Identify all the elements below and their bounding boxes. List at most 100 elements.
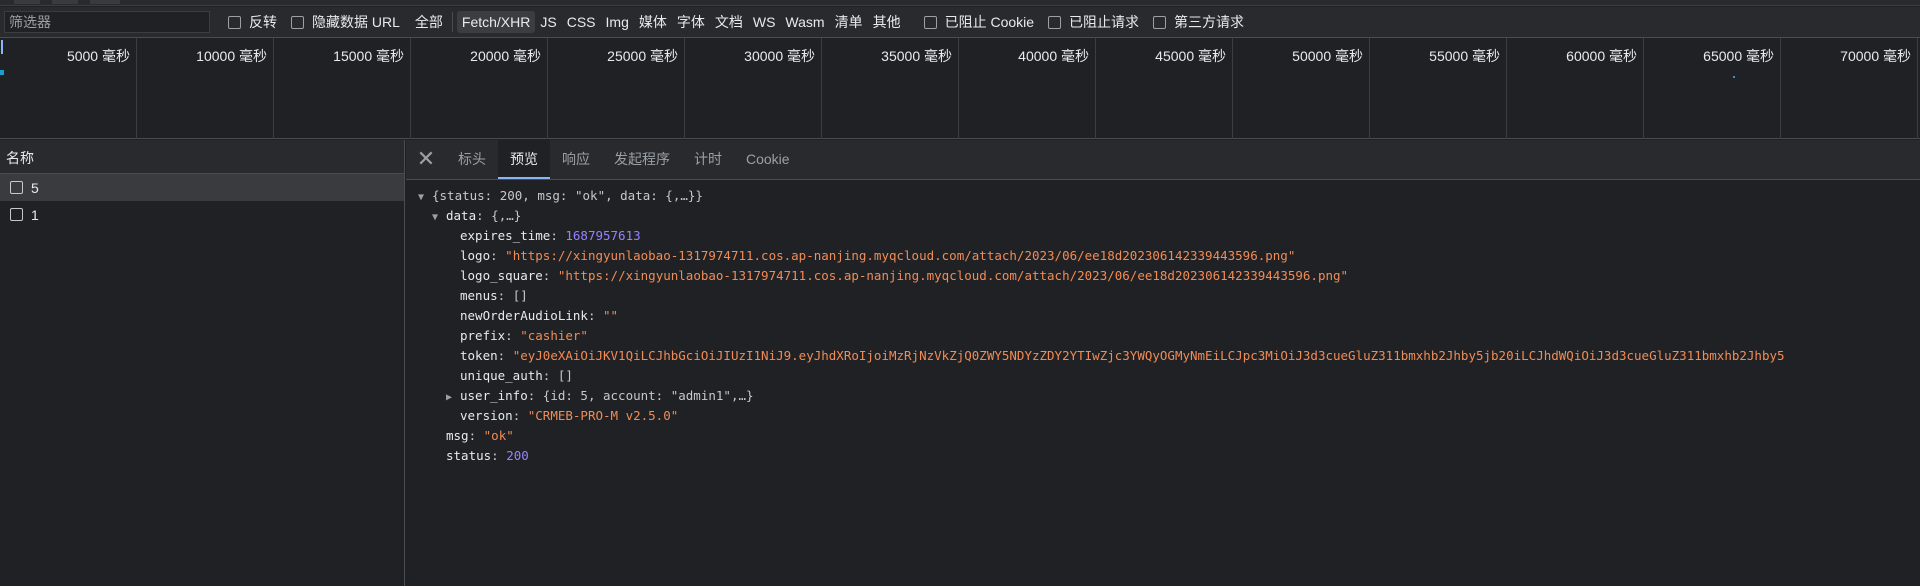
blocked-requests-label: 已阻止请求 <box>1069 14 1140 30</box>
json-prop-user-info[interactable]: ▶ user_info: {id: 5, account: "admin1",…} <box>418 386 1920 406</box>
json-key: newOrderAudioLink <box>460 308 588 323</box>
type-all-button[interactable]: 全部 <box>410 9 448 35</box>
type-manifest-button[interactable]: 清单 <box>830 9 868 35</box>
triangle-right-icon[interactable]: ▶ <box>446 388 460 408</box>
json-string-value: "" <box>603 308 619 323</box>
timeline-tick: 30000 毫秒 <box>685 38 822 139</box>
json-array-value: [] <box>557 368 573 383</box>
json-number-value: 200 <box>506 448 529 463</box>
json-prop-version[interactable]: version: "CRMEB-PRO-M v2.5.0" <box>418 406 1920 426</box>
type-ws-button[interactable]: WS <box>748 11 781 33</box>
tick-label: 5000 毫秒 <box>66 48 130 64</box>
hide-data-url-checkbox[interactable]: 隐藏数据 URL <box>291 12 400 32</box>
timeline-tick: 15000 毫秒 <box>274 38 411 139</box>
request-icon <box>10 181 23 194</box>
filter-input[interactable] <box>4 11 210 33</box>
name-column-header[interactable]: 名称 <box>0 140 404 174</box>
invert-checkbox[interactable]: 反转 <box>228 12 277 32</box>
json-colon: : <box>497 288 513 303</box>
json-prop-logo-square[interactable]: logo_square: "https://xingyunlaobao-1317… <box>418 266 1920 286</box>
type-css-button[interactable]: CSS <box>562 11 601 33</box>
request-bar <box>0 70 4 75</box>
request-list: 名称 5 1 <box>0 140 405 586</box>
json-object-summary: {id: 5, account: "admin1",…} <box>542 388 754 403</box>
triangle-down-icon[interactable]: ▼ <box>432 208 446 228</box>
timeline-tick: 65000 毫秒 <box>1644 38 1781 139</box>
third-party-label: 第三方请求 <box>1174 14 1245 30</box>
checkbox-box[interactable] <box>923 15 937 29</box>
type-font-button[interactable]: 字体 <box>672 9 710 35</box>
tick-label: 65000 毫秒 <box>1703 48 1774 64</box>
json-prop-logo[interactable]: logo: "https://xingyunlaobao-1317974711.… <box>418 246 1920 266</box>
tick-label: 10000 毫秒 <box>196 48 267 64</box>
json-prop-status[interactable]: status: 200 <box>418 446 1920 466</box>
json-key: user_info <box>460 388 528 403</box>
json-key: msg <box>446 428 469 443</box>
json-prop-new-order-audio-link[interactable]: newOrderAudioLink: "" <box>418 306 1920 326</box>
json-string-value: "eyJ0eXAiOiJKV1QiLCJhbGciOiJIUzI1NiJ9.ey… <box>512 348 1785 363</box>
json-colon: : <box>512 408 528 423</box>
tick-label: 50000 毫秒 <box>1292 48 1363 64</box>
json-key: menus <box>460 288 498 303</box>
third-party-checkbox[interactable]: 第三方请求 <box>1153 12 1244 32</box>
tab-initiator[interactable]: 发起程序 <box>602 140 682 179</box>
blocked-cookies-label: 已阻止 Cookie <box>944 14 1035 30</box>
json-string-value: "ok" <box>483 428 514 443</box>
json-colon: : <box>491 448 507 463</box>
checkbox-box[interactable] <box>1048 15 1062 29</box>
timeline-tick: 25000 毫秒 <box>548 38 685 139</box>
tab-headers[interactable]: 标头 <box>446 140 498 179</box>
json-root-summary: {status: 200, msg: "ok", data: {,…}} <box>432 188 703 203</box>
json-colon: : <box>476 208 492 223</box>
timeline-cursor <box>1 40 3 54</box>
json-root-node[interactable]: ▼ {status: 200, msg: "ok", data: {,…}} <box>418 186 1920 206</box>
json-prop-prefix[interactable]: prefix: "cashier" <box>418 326 1920 346</box>
json-colon: : <box>542 368 558 383</box>
json-prop-msg[interactable]: msg: "ok" <box>418 426 1920 446</box>
type-img-button[interactable]: Img <box>601 11 634 33</box>
triangle-down-icon[interactable]: ▼ <box>418 188 432 208</box>
json-prop-expires-time[interactable]: expires_time: 1687957613 <box>418 226 1920 246</box>
type-doc-button[interactable]: 文档 <box>710 9 748 35</box>
json-colon: : <box>542 268 558 283</box>
timeline-tick: 35000 毫秒 <box>822 38 959 139</box>
top-tab[interactable] <box>52 0 78 4</box>
request-row[interactable]: 1 <box>0 201 404 228</box>
blocked-requests-checkbox[interactable]: 已阻止请求 <box>1048 12 1139 32</box>
request-row[interactable]: 5 <box>0 174 404 201</box>
invert-label: 反转 <box>249 14 277 30</box>
tick-label: 25000 毫秒 <box>607 48 678 64</box>
tick-label: 35000 毫秒 <box>881 48 952 64</box>
top-tab-strip <box>0 0 1920 6</box>
json-key: token <box>460 348 498 363</box>
overview-timeline[interactable]: 5000 毫秒 10000 毫秒 15000 毫秒 20000 毫秒 25000… <box>0 38 1920 139</box>
tab-preview[interactable]: 预览 <box>498 140 550 179</box>
json-prop-menus[interactable]: menus: [] <box>418 286 1920 306</box>
checkbox-box[interactable] <box>228 15 241 29</box>
type-other-button[interactable]: 其他 <box>868 9 906 35</box>
json-key: expires_time <box>460 228 551 243</box>
json-string-value: "https://xingyunlaobao-1317974711.cos.ap… <box>505 248 1296 263</box>
tab-timing[interactable]: 计时 <box>682 140 734 179</box>
checkbox-box[interactable] <box>1153 15 1167 29</box>
type-fetch-xhr-button[interactable]: Fetch/XHR <box>456 11 536 33</box>
tab-response[interactable]: 响应 <box>550 140 602 179</box>
type-media-button[interactable]: 媒体 <box>634 9 672 35</box>
checkbox-box[interactable] <box>291 15 304 29</box>
top-tab[interactable] <box>90 0 120 4</box>
blocked-cookies-checkbox[interactable]: 已阻止 Cookie <box>923 12 1035 32</box>
request-bar <box>1733 76 1735 78</box>
type-wasm-button[interactable]: Wasm <box>780 11 829 33</box>
timeline-tick: 40000 毫秒 <box>959 38 1096 139</box>
top-tab[interactable] <box>14 0 40 4</box>
timeline-tick: 55000 毫秒 <box>1370 38 1507 139</box>
close-icon[interactable]: ✕ <box>406 140 446 179</box>
type-js-button[interactable]: JS <box>535 11 561 33</box>
json-data-node[interactable]: ▼ data: {,…} <box>418 206 1920 226</box>
request-name: 1 <box>31 206 39 223</box>
timeline-tick: 20000 毫秒 <box>411 38 548 139</box>
json-array-value: [] <box>512 288 528 303</box>
json-prop-token[interactable]: token: "eyJ0eXAiOiJKV1QiLCJhbGciOiJIUzI1… <box>418 346 1920 366</box>
tab-cookies[interactable]: Cookie <box>734 140 802 179</box>
json-prop-unique-auth[interactable]: unique_auth: [] <box>418 366 1920 386</box>
